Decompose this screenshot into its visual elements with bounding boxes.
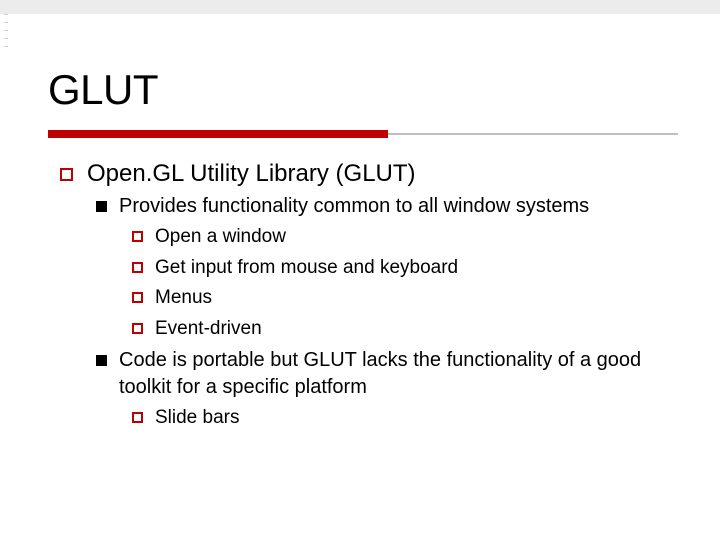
hollow-square-icon: [60, 168, 73, 181]
slide-title: GLUT: [48, 66, 158, 114]
solid-square-icon: [96, 355, 107, 366]
bullet-text: Code is portable but GLUT lacks the func…: [119, 347, 680, 401]
bullet-level2: Provides functionality common to all win…: [96, 193, 680, 220]
hollow-square-icon: [132, 262, 143, 273]
bullet-text: Open.GL Utility Library (GLUT): [87, 158, 680, 189]
bullet-text: Slide bars: [155, 405, 680, 432]
bullet-text: Provides functionality common to all win…: [119, 193, 680, 220]
solid-square-icon: [96, 201, 107, 212]
hollow-square-icon: [132, 412, 143, 423]
slide: GLUT Open.GL Utility Library (GLUT) Prov…: [0, 0, 720, 540]
bullet-text: Open a window: [155, 224, 680, 251]
hollow-square-icon: [132, 323, 143, 334]
bullet-level3: Get input from mouse and keyboard: [132, 255, 680, 282]
bullet-level3: Slide bars: [132, 405, 680, 432]
hollow-square-icon: [132, 231, 143, 242]
title-underline-rule: [388, 133, 678, 135]
bullet-level2: Code is portable but GLUT lacks the func…: [96, 347, 680, 401]
gutter-decoration: [4, 14, 8, 74]
title-underline-accent: [48, 130, 388, 138]
bullet-level3: Open a window: [132, 224, 680, 251]
outline: Open.GL Utility Library (GLUT) Provides …: [60, 158, 680, 435]
hollow-square-icon: [132, 292, 143, 303]
top-margin: [0, 0, 720, 14]
bullet-level1: Open.GL Utility Library (GLUT): [60, 158, 680, 189]
bullet-text: Event-driven: [155, 316, 680, 343]
bullet-text: Get input from mouse and keyboard: [155, 255, 680, 282]
bullet-level3: Event-driven: [132, 316, 680, 343]
bullet-text: Menus: [155, 285, 680, 312]
bullet-level3: Menus: [132, 285, 680, 312]
